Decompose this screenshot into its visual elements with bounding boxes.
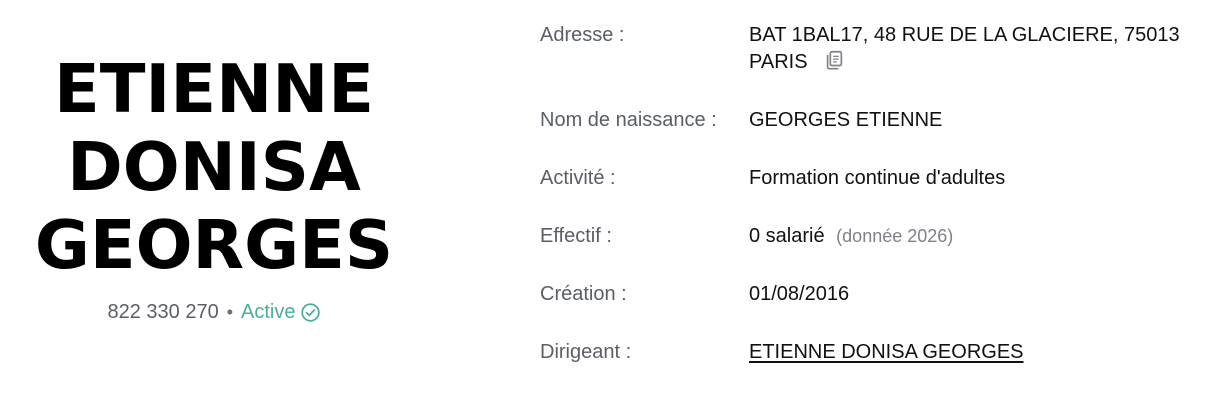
address-line-1: BAT 1BAL17, 48 RUE DE LA GLACIERE, 75013	[749, 24, 1180, 46]
activity-label: Activité :	[540, 167, 616, 189]
birth-name-label: Nom de naissance :	[540, 109, 717, 131]
status-badge: Active	[241, 300, 320, 324]
director-label: Dirigeant :	[540, 341, 632, 363]
company-header: ETIENNE DONISA GEORGES 822 330 270 • Act…	[0, 50, 428, 324]
check-circle-icon	[300, 302, 320, 322]
creation-label: Création :	[540, 283, 627, 305]
address-label: Adresse :	[540, 24, 625, 46]
company-name-line: GEORGES	[34, 206, 394, 284]
siren-number: 822 330 270	[107, 301, 219, 323]
address-line-2: PARIS	[749, 51, 808, 73]
separator-dot: •	[226, 302, 234, 322]
company-name-line: ETIENNE	[53, 50, 375, 128]
creation-value: 01/08/2016	[749, 283, 850, 305]
activity-value: Formation continue d'adultes	[749, 167, 1006, 189]
director-link[interactable]: ETIENNE DONISA GEORGES	[749, 341, 1024, 363]
headcount-label: Effectif :	[540, 225, 612, 247]
copy-icon[interactable]	[823, 49, 845, 71]
detail-row-director: Dirigeant : ETIENNE DONISA GEORGES	[540, 339, 1213, 366]
headcount-note: (donnée 2026)	[836, 226, 954, 246]
status-label: Active	[241, 301, 296, 323]
headcount-number: 0 salarié	[749, 225, 825, 247]
detail-row-creation: Création : 01/08/2016	[540, 281, 1213, 308]
detail-row-headcount: Effectif : 0 salarié (donnée 2026)	[540, 223, 1213, 250]
company-id-line: 822 330 270 • Active	[0, 300, 428, 324]
birth-name-value: GEORGES ETIENNE	[749, 109, 943, 131]
company-name: ETIENNE DONISA GEORGES	[0, 50, 428, 284]
headcount-value: 0 salarié (donnée 2026)	[749, 223, 1213, 250]
company-name-line: DONISA	[67, 128, 361, 206]
company-details-table: Adresse : BAT 1BAL17, 48 RUE DE LA GLACI…	[540, 22, 1213, 366]
detail-row-address: Adresse : BAT 1BAL17, 48 RUE DE LA GLACI…	[540, 22, 1213, 76]
address-value: BAT 1BAL17, 48 RUE DE LA GLACIERE, 75013…	[749, 22, 1213, 76]
detail-row-activity: Activité : Formation continue d'adultes	[540, 165, 1213, 192]
detail-row-birth-name: Nom de naissance : GEORGES ETIENNE	[540, 107, 1213, 134]
director-value: ETIENNE DONISA GEORGES	[749, 339, 1213, 366]
